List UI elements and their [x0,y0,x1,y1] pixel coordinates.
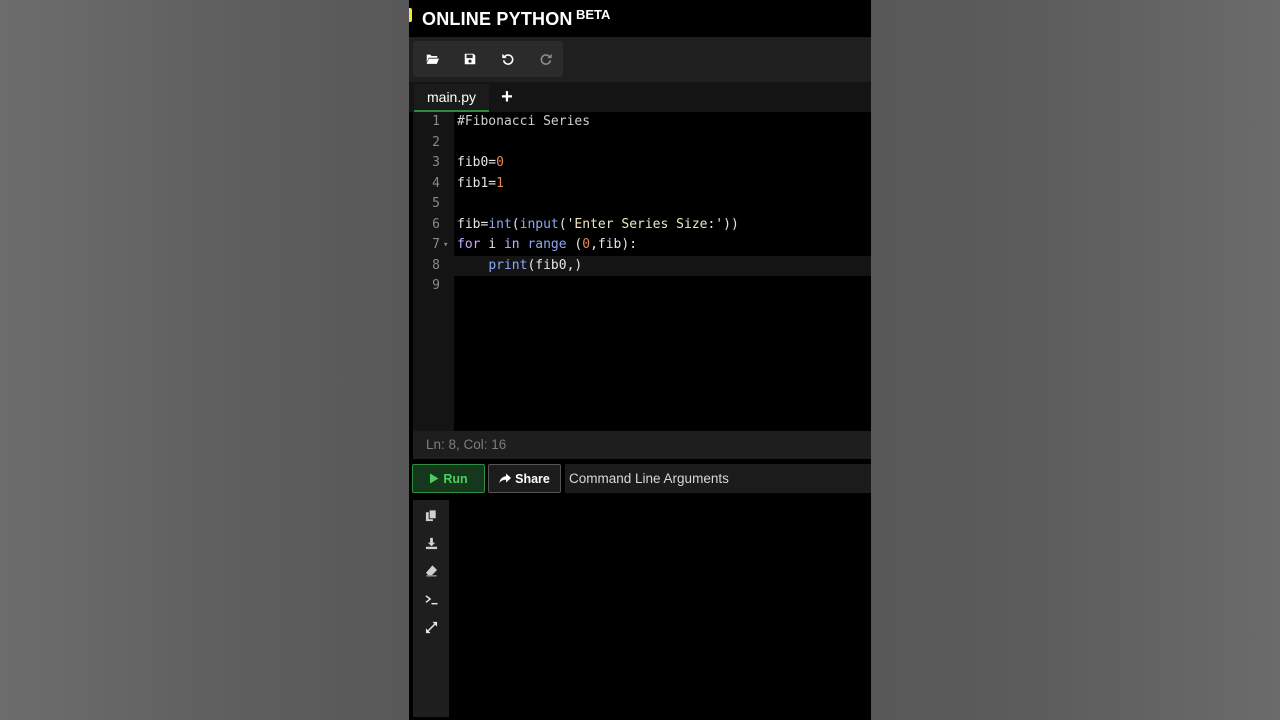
share-icon [499,473,512,484]
file-tabs: main.py + [409,82,871,112]
code-line: 2 [413,133,871,154]
run-label: Run [443,471,468,486]
share-label: Share [515,471,550,486]
beta-badge: BETA [576,7,611,22]
title-bar: ONLINE PYTHON BETA [409,0,871,37]
code-line: 5 [413,194,871,215]
right-backdrop [871,0,1280,720]
save-icon [464,53,476,65]
line-number: 8 [432,257,440,273]
line-number: 1 [432,114,440,129]
editor-toolbar [409,37,871,82]
copy-output-button[interactable] [413,503,449,527]
tab-main-py[interactable]: main.py [414,84,489,112]
expand-console-button[interactable] [413,615,449,639]
folder-open-icon [425,54,439,64]
command-line-arguments-input[interactable] [565,464,871,493]
line-text: fib1=1 [457,175,504,191]
code-line-active: 8 print(fib0,) [413,255,871,276]
run-bar: Run Share [409,462,871,496]
undo-button[interactable] [489,41,527,77]
line-number: 3 [432,155,440,170]
undo-icon [502,53,514,65]
open-file-button[interactable] [413,41,451,77]
line-text: print(fib0,) [488,257,583,273]
line-text: #Fibonacci Series [457,114,591,129]
copy-icon [425,508,437,521]
code-editor[interactable]: 1 #Fibonacci Series 2 3 fib0=0 4 fib1=1 … [413,112,871,431]
share-button[interactable]: Share [488,464,561,493]
line-text: for i in range (0,fib): [457,237,638,252]
code-line: 3 fib0=0 [413,153,871,174]
terminal-icon [424,594,438,604]
line-number: 4 [432,175,440,191]
console-output[interactable] [453,500,871,720]
run-button[interactable]: Run [412,464,485,493]
console-toolbar [413,500,449,717]
download-output-button[interactable] [413,531,449,555]
redo-icon [540,53,552,65]
download-icon [425,537,437,549]
status-bar: Ln: 8, Col: 16 [413,431,871,459]
left-backdrop [0,0,409,720]
code-line: 4 fib1=1 [413,174,871,195]
play-icon [430,473,439,484]
clear-console-button[interactable] [413,558,449,582]
add-file-button[interactable]: + [497,86,517,108]
python-ide-window: ONLINE PYTHON BETA main.py + 1 #Fibonacc… [409,0,871,720]
line-number: 2 [432,134,440,150]
line-number: 6 [432,216,440,232]
line-text: fib=int(input('Enter Series Size:')) [457,216,739,232]
terminal-button[interactable] [413,587,449,611]
code-line: 6 fib=int(input('Enter Series Size:')) [413,215,871,236]
line-text: fib0=0 [457,155,504,170]
tab-label: main.py [427,89,477,105]
redo-button[interactable] [527,41,565,77]
expand-icon [425,621,437,633]
cursor-position: Ln: 8, Col: 16 [426,437,507,452]
code-line: 1 #Fibonacci Series [413,112,871,133]
code-line: 7 ▾ for i in range (0,fib): [413,235,871,256]
toolbar-button-group [413,41,563,77]
code-line: 9 [413,276,871,297]
line-number: 7 [432,237,440,252]
save-button[interactable] [451,41,489,77]
logo-mark-icon [409,8,412,22]
line-number: 9 [432,278,440,293]
line-number: 5 [432,196,440,211]
eraser-icon [425,564,437,576]
fold-arrow-icon[interactable]: ▾ [443,235,448,256]
console-panel [413,500,871,720]
brand-title: ONLINE PYTHON [422,9,573,29]
